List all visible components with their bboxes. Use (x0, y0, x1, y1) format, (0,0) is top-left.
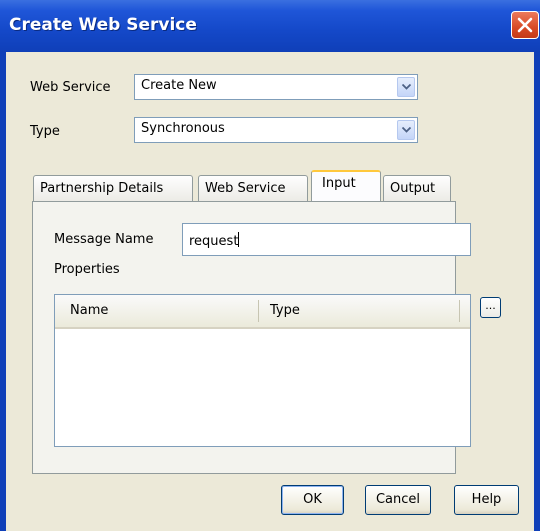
tab-input[interactable]: Input (311, 170, 381, 201)
properties-table[interactable]: Name Type (54, 294, 471, 447)
tab-output[interactable]: Output (383, 175, 451, 201)
window-frame-right (534, 52, 540, 531)
chevron-down-icon (402, 127, 411, 133)
window-frame-left (0, 52, 6, 531)
type-combobox[interactable]: Synchronous (134, 117, 418, 143)
message-name-label: Message Name (54, 232, 154, 247)
table-header: Name Type (55, 295, 470, 329)
web-service-dropdown-button[interactable] (397, 77, 415, 97)
chevron-down-icon (402, 84, 411, 90)
close-icon (517, 17, 533, 33)
browse-properties-button[interactable]: ... (480, 297, 501, 318)
cancel-button[interactable]: Cancel (365, 485, 431, 515)
tab-label: Input (322, 176, 356, 191)
type-value: Synchronous (141, 121, 225, 136)
tab-web-service[interactable]: Web Service (198, 175, 308, 201)
tab-label: Web Service (205, 181, 286, 196)
column-header-type[interactable]: Type (270, 303, 300, 318)
title-bar[interactable]: Create Web Service (0, 0, 540, 52)
column-divider[interactable] (459, 300, 460, 322)
message-name-input[interactable]: request (182, 223, 471, 256)
tab-label: Partnership Details (40, 181, 164, 196)
properties-label: Properties (54, 262, 120, 277)
web-service-label: Web Service (30, 80, 111, 95)
message-name-value: request (189, 232, 240, 249)
type-label: Type (30, 124, 60, 139)
ok-button[interactable]: OK (281, 485, 344, 515)
close-button[interactable] (511, 11, 539, 39)
help-button[interactable]: Help (454, 485, 519, 515)
dialog-title: Create Web Service (9, 15, 197, 35)
column-divider[interactable] (258, 300, 259, 322)
web-service-combobox[interactable]: Create New (134, 74, 418, 100)
create-web-service-dialog: Create Web Service Web Service Create Ne… (0, 0, 540, 531)
tab-partnership-details[interactable]: Partnership Details (33, 175, 193, 201)
tab-label: Output (390, 181, 436, 196)
web-service-value: Create New (141, 78, 217, 93)
column-header-name[interactable]: Name (70, 303, 108, 318)
type-dropdown-button[interactable] (397, 120, 415, 140)
